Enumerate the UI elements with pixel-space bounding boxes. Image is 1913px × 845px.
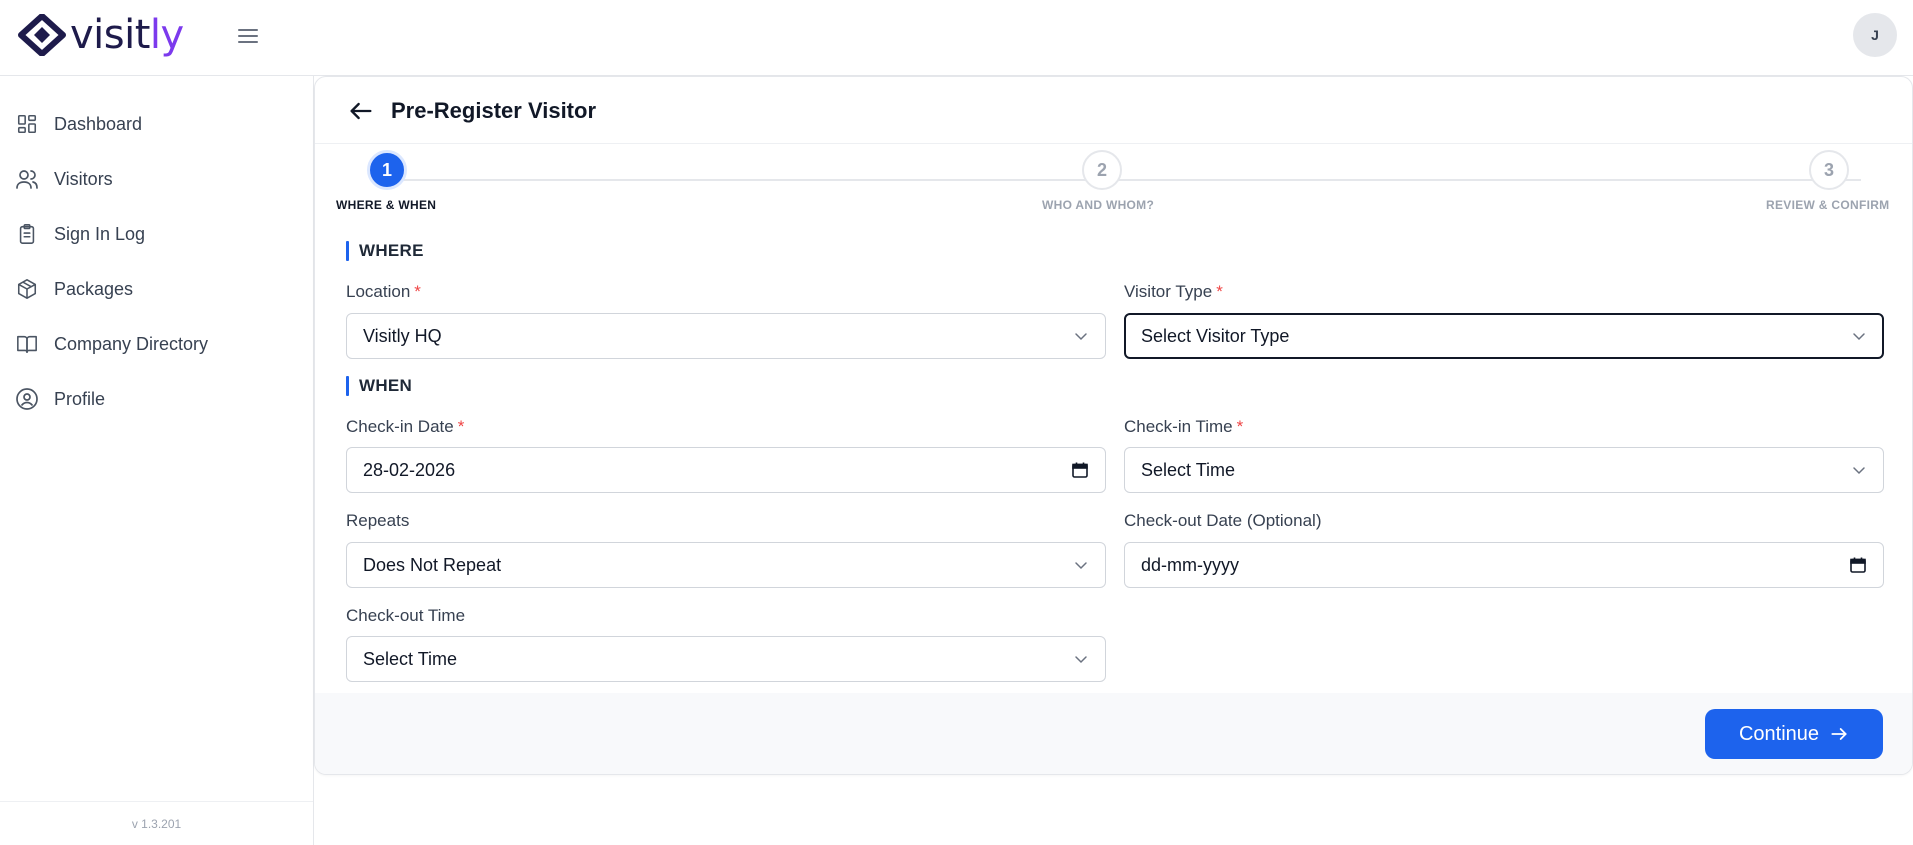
section-accent-bar <box>346 376 349 396</box>
step-1-label: WHERE & WHEN <box>336 198 437 212</box>
stepper-track <box>387 179 1861 181</box>
checkin-time-value: Select Time <box>1141 459 1236 480</box>
checkout-date-input[interactable]: dd-mm-yyyy <box>1124 542 1884 588</box>
user-circle-icon <box>14 386 40 412</box>
sidebar-item-profile[interactable]: Profile <box>14 379 304 419</box>
location-value: Visitly HQ <box>363 325 442 346</box>
user-avatar[interactable]: J <box>1853 13 1897 57</box>
visitor-type-label: Visitor Type * <box>1124 282 1223 301</box>
section-where: WHERE <box>346 240 424 262</box>
visitor-type-value: Select Visitor Type <box>1141 325 1290 346</box>
step-2-circle[interactable]: 2 <box>1082 150 1122 190</box>
chevron-down-icon <box>1853 333 1865 341</box>
book-icon <box>14 331 40 357</box>
arrow-right-icon <box>1831 728 1847 740</box>
location-select[interactable]: Visitly HQ <box>346 313 1106 359</box>
sidebar-item-label: Dashboard <box>54 113 143 134</box>
step-3-label: REVIEW & CONFIRM <box>1766 198 1890 212</box>
section-accent-bar <box>346 241 349 261</box>
sidebar-item-label: Sign In Log <box>54 223 146 244</box>
checkout-time-select[interactable]: Select Time <box>346 636 1106 682</box>
dashboard-icon <box>14 111 40 137</box>
package-icon <box>14 276 40 302</box>
repeats-label: Repeats <box>346 511 410 530</box>
visitly-logo-icon <box>18 14 66 56</box>
sidebar-item-label: Packages <box>54 278 134 299</box>
checkout-time-value: Select Time <box>363 648 458 669</box>
app-version: v 1.3.201 <box>0 801 313 845</box>
section-title: WHERE <box>359 241 424 260</box>
sidebar-item-label: Visitors <box>54 168 113 189</box>
step-1-circle[interactable]: 1 <box>367 150 407 190</box>
chevron-down-icon <box>1075 656 1087 664</box>
pre-register-card: Pre-Register Visitor 1 WHERE & WHEN 2 WH… <box>314 76 1913 775</box>
card-header: Pre-Register Visitor <box>315 77 1912 144</box>
checkout-date-label: Check-out Date (Optional) <box>1124 511 1322 530</box>
step-2-label: WHO AND WHOM? <box>1042 198 1155 212</box>
sidebar-item-label: Profile <box>54 388 106 409</box>
chevron-down-icon <box>1075 562 1087 570</box>
sidebar-item-sign-in-log[interactable]: Sign In Log <box>14 214 304 254</box>
visitor-type-select[interactable]: Select Visitor Type <box>1124 313 1884 359</box>
chevron-down-icon <box>1853 467 1865 475</box>
calendar-icon[interactable] <box>1071 461 1089 479</box>
repeats-value: Does Not Repeat <box>363 554 502 575</box>
checkin-date-label: Check-in Date * <box>346 417 465 436</box>
chevron-down-icon <box>1075 333 1087 341</box>
calendar-icon[interactable] <box>1849 556 1867 574</box>
sidebar: Dashboard Visitors Sign In Log Packages … <box>0 76 314 845</box>
menu-toggle-icon[interactable] <box>236 24 260 48</box>
page-title: Pre-Register Visitor <box>391 98 597 123</box>
checkout-time-label: Check-out Time <box>346 606 466 625</box>
sidebar-item-visitors[interactable]: Visitors <box>14 159 304 199</box>
clipboard-icon <box>14 221 40 247</box>
step-3-circle[interactable]: 3 <box>1809 150 1849 190</box>
sidebar-item-company-directory[interactable]: Company Directory <box>14 324 304 364</box>
checkin-date-input[interactable]: 28-02-2026 <box>346 447 1106 493</box>
sidebar-item-packages[interactable]: Packages <box>14 269 304 309</box>
top-bar: visitly J <box>0 0 1913 76</box>
card-footer: Continue <box>315 693 1912 774</box>
continue-button[interactable]: Continue <box>1705 709 1883 759</box>
location-label: Location * <box>346 282 421 301</box>
repeats-select[interactable]: Does Not Repeat <box>346 542 1106 588</box>
brand-name: visitly <box>70 12 184 58</box>
continue-label: Continue <box>1738 722 1820 745</box>
section-when: WHEN <box>346 375 412 397</box>
sidebar-item-label: Company Directory <box>54 333 209 354</box>
checkin-time-select[interactable]: Select Time <box>1124 447 1884 493</box>
checkout-date-value: dd-mm-yyyy <box>1141 554 1239 575</box>
back-arrow-icon[interactable] <box>347 97 375 125</box>
section-title: WHEN <box>359 376 413 395</box>
visitly-logo[interactable]: visitly <box>18 14 184 56</box>
sidebar-item-dashboard[interactable]: Dashboard <box>14 104 304 144</box>
checkin-time-label: Check-in Time * <box>1124 417 1244 436</box>
users-icon <box>14 166 40 192</box>
checkin-date-value: 28-02-2026 <box>363 459 456 480</box>
